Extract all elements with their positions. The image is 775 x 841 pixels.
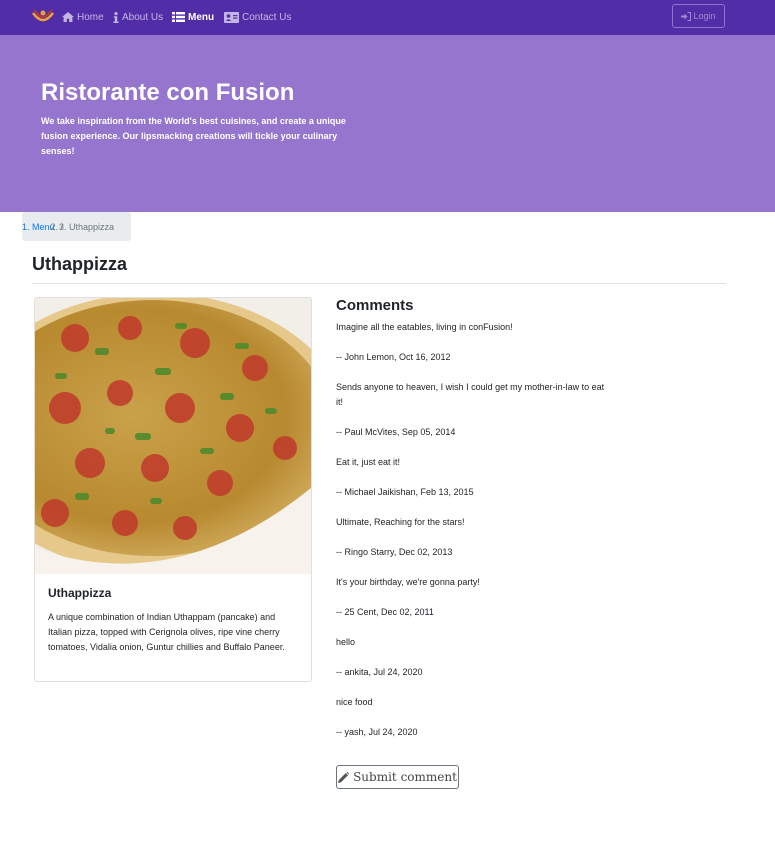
jumbotron: Ristorante con Fusion We take inspiratio… (0, 35, 775, 212)
comment-item: nice food -- yash, Jul 24, 2020 (336, 695, 612, 740)
comment-author-date: -- John Lemon, Oct 16, 2012 (336, 352, 451, 362)
comment-author-date: -- yash, Jul 24, 2020 (336, 727, 418, 737)
comment-item: hello -- ankita, Jul 24, 2020 (336, 635, 612, 680)
title-divider (32, 283, 726, 284)
home-icon (62, 12, 74, 22)
nav-menu-label: Menu (188, 11, 215, 23)
restaurant-title: Ristorante con Fusion (41, 79, 295, 106)
login-button[interactable]: Login (672, 4, 725, 28)
comments-list: Imagine all the eatables, living in conF… (336, 320, 612, 755)
comment-text: It's your birthday, we're gonna party! (336, 577, 480, 587)
dish-card: Uthappizza A unique combination of India… (34, 297, 312, 682)
comment-text: nice food (336, 697, 373, 707)
comment-item: Ultimate, Reaching for the stars! -- Rin… (336, 515, 612, 560)
login-label: Login (693, 11, 716, 21)
comment-item: Eat it, just eat it! -- Michael Jaikisha… (336, 455, 612, 500)
comment-text: hello (336, 637, 356, 647)
info-icon (113, 11, 119, 23)
nav-about-label: About Us (122, 11, 164, 23)
breadcrumb-current: Uthappizza (69, 222, 114, 232)
sign-in-icon (681, 11, 692, 21)
nav-home[interactable]: Home (62, 10, 104, 24)
brand-logo[interactable] (31, 7, 55, 27)
comment-text: Ultimate, Reaching for the stars! (336, 517, 465, 527)
comment-text: Eat it, just eat it! (336, 457, 401, 467)
comment-author-date: -- Paul McVites, Sep 05, 2014 (336, 427, 456, 437)
comments-heading: Comments (336, 297, 414, 314)
submit-comment-button[interactable]: Submit comment (336, 765, 459, 789)
pencil-icon (338, 771, 350, 783)
list-icon (172, 12, 185, 22)
nav-contact[interactable]: Contact Us (224, 10, 291, 24)
restaurant-tagline: We take inspiration from the World's bes… (41, 116, 346, 156)
breadcrumb: Menu / Uthappizza (22, 212, 131, 241)
dish-description: A unique combination of Indian Uthappam … (48, 612, 285, 652)
submit-comment-label: Submit comment (353, 770, 457, 784)
address-card-icon (224, 11, 239, 23)
comment-text: Sends anyone to heaven, I wish I could g… (336, 382, 605, 407)
navbar: Home About Us Menu Contact Us Login (0, 0, 775, 35)
comment-author-date: -- ankita, Jul 24, 2020 (336, 667, 423, 677)
nav-home-label: Home (77, 11, 104, 23)
comment-text: Imagine all the eatables, living in conF… (336, 322, 513, 332)
comment-item: It's your birthday, we're gonna party! -… (336, 575, 612, 620)
comment-item: Sends anyone to heaven, I wish I could g… (336, 380, 612, 440)
dish-image (35, 298, 311, 574)
comment-author-date: -- Ringo Starry, Dec 02, 2013 (336, 547, 453, 557)
comment-author-date: -- Michael Jaikishan, Feb 13, 2015 (336, 487, 474, 497)
dish-name: Uthappizza (48, 586, 112, 600)
page-title: Uthappizza (32, 254, 128, 274)
comment-item: Imagine all the eatables, living in conF… (336, 320, 612, 365)
nav-contact-label: Contact Us (242, 11, 292, 23)
comment-author-date: -- 25 Cent, Dec 02, 2011 (336, 607, 434, 617)
nav-menu[interactable]: Menu (172, 10, 214, 24)
nav-about[interactable]: About Us (113, 10, 163, 24)
